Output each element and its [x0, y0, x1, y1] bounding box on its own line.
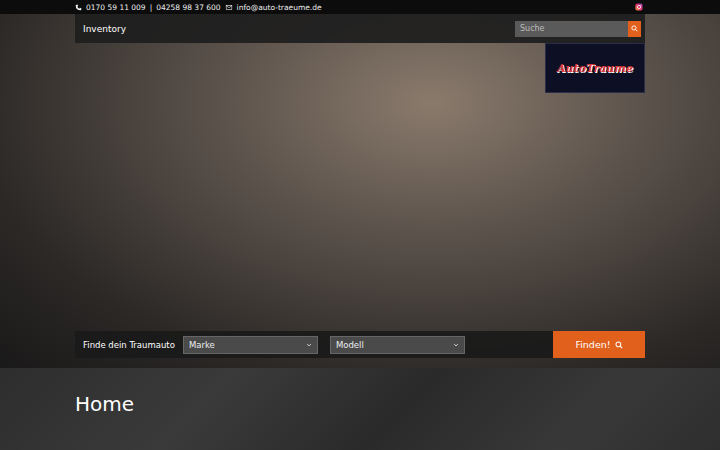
hero-banner: Inventory AutoTraume Finde dein Traumauto M… [0, 14, 720, 368]
top-bar: 0170 59 11 009 |04258 98 37 600 info@auto-… [0, 0, 720, 14]
select-value: Modell [336, 340, 364, 350]
car-finder: Finde dein Traumauto Marke Modell Finden! [75, 331, 645, 358]
page-header: Home [0, 368, 720, 450]
phone-number[interactable]: 0170 59 11 009 [86, 3, 146, 12]
chevron-icon [453, 342, 459, 348]
phone-number[interactable]: 04258 98 37 600 [156, 3, 220, 12]
email-link[interactable]: info@auto-traeume.de [237, 3, 322, 12]
finder-label: Finde dein Traumauto [83, 340, 175, 350]
find-button[interactable]: Finden! [553, 331, 645, 358]
search-button[interactable] [628, 21, 641, 37]
instagram-icon[interactable] [635, 3, 643, 11]
search-input[interactable] [515, 21, 628, 37]
nav-item[interactable]: Inventory [83, 24, 126, 34]
logo-text: AutoTraume [557, 62, 633, 75]
search-icon [631, 25, 638, 32]
nav-bar: Inventory [75, 14, 645, 43]
separator: | [150, 3, 153, 12]
search-box [515, 21, 641, 37]
find-button-label: Finden! [575, 339, 610, 350]
finder-select[interactable]: Marke [183, 336, 318, 354]
chevron-icon [306, 342, 312, 348]
finder-select[interactable]: Modell [330, 336, 465, 354]
select-value: Marke [189, 340, 215, 350]
search-icon [615, 341, 623, 349]
logo-row: AutoTraume [75, 43, 645, 93]
envelope-icon [225, 4, 233, 11]
site-logo[interactable]: AutoTraume [545, 43, 645, 93]
phone-icon [75, 4, 82, 11]
page-title: Home [75, 392, 645, 416]
top-bar-content: 0170 59 11 009 |04258 98 37 600 info@auto-… [75, 0, 645, 14]
page-header-content: Home [75, 368, 645, 416]
